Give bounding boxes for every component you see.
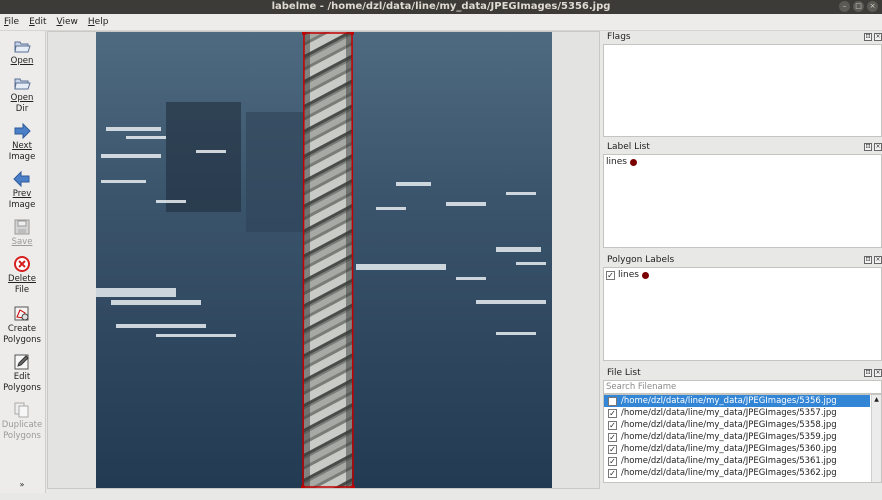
delete-icon [14,256,30,272]
polygon-labels-dock-title: Polygon Labels ⊡ × [607,255,882,265]
file-list-panel: ✓ /home/dzl/data/line/my_data/JPEGImages… [603,394,882,483]
close-button[interactable]: × [867,1,878,12]
file-checkbox[interactable]: ✓ [608,444,617,454]
menu-help[interactable]: Help [88,17,109,27]
file-checkbox[interactable]: ✓ [608,468,617,478]
dock-close-button[interactable]: × [874,143,882,151]
dock-float-button[interactable]: ⊡ [864,143,872,151]
open-dir-button[interactable]: Open Dir [0,74,44,115]
file-list-scrollbar[interactable]: ▲ [871,395,881,482]
edit-polygons-button[interactable]: Edit Polygons [0,353,44,394]
minimize-button[interactable]: – [839,1,850,12]
menu-bar: File Edit View Help [0,14,882,31]
canvas-scrollbar[interactable] [47,489,600,500]
file-checkbox[interactable]: ✓ [608,432,617,442]
label-list-dock: Label List ⊡ × lines [603,141,882,248]
polygon-labels-panel: ✓ lines [603,267,882,361]
save-icon [14,219,30,235]
edit-icon [14,354,29,370]
create-polygon-icon [14,306,29,321]
arrow-left-icon [13,170,30,188]
flags-dock-title: Flags ⊡ × [607,32,882,42]
file-list-item[interactable]: ✓ /home/dzl/data/line/my_data/JPEGImages… [604,443,870,455]
file-checkbox[interactable]: ✓ [608,396,617,406]
open-button[interactable]: Open [0,37,44,67]
dock-close-button[interactable]: × [874,256,882,264]
tools-toolbar: Open Open Dir Next Image Prev Image Save… [0,31,46,493]
next-image-button[interactable]: Next Image [0,122,44,163]
file-list-dock-title: File List ⊡ × [607,368,882,378]
menu-edit[interactable]: Edit [29,17,46,27]
polygon-label-item[interactable]: ✓ lines [604,268,881,282]
search-filename-input[interactable] [603,380,882,394]
toolbar-extension-button[interactable]: » [0,479,44,490]
dock-close-button[interactable]: × [874,369,882,377]
folder-open-icon [14,78,31,90]
annotated-image[interactable] [96,32,552,488]
file-checkbox[interactable]: ✓ [608,420,617,430]
file-list-item[interactable]: ✓ /home/dzl/data/line/my_data/JPEGImages… [604,395,870,407]
menu-file[interactable]: File [4,17,19,27]
image-scene [96,32,552,488]
create-polygons-button[interactable]: Create Polygons [0,305,44,346]
dock-float-button[interactable]: ⊡ [864,33,872,41]
polygon-labels-dock: Polygon Labels ⊡ × ✓ lines [603,254,882,361]
label-list-panel: lines [603,154,882,248]
dock-close-button[interactable]: × [874,33,882,41]
file-list-item[interactable]: ✓ /home/dzl/data/line/my_data/JPEGImages… [604,467,870,479]
scroll-up-icon[interactable]: ▲ [872,395,881,404]
dock-float-button[interactable]: ⊡ [864,256,872,264]
window-title: labelme - /home/dzl/data/line/my_data/JP… [271,1,611,12]
label-color-swatch [629,158,637,166]
label-color-swatch [641,271,649,279]
image-canvas[interactable] [47,31,600,489]
maximize-button[interactable]: □ [853,1,864,12]
duplicate-polygons-button[interactable]: Duplicate Polygons [0,401,44,442]
file-checkbox[interactable]: ✓ [608,456,617,466]
file-list-item[interactable]: ✓ /home/dzl/data/line/my_data/JPEGImages… [604,407,870,419]
save-button[interactable]: Save [0,218,44,248]
file-list-item[interactable]: ✓ /home/dzl/data/line/my_data/JPEGImages… [604,455,870,467]
copy-icon [14,402,29,418]
prev-image-button[interactable]: Prev Image [0,170,44,211]
file-list-dock: File List ⊡ × ✓ /home/dzl/data/line/my_d… [603,367,882,483]
delete-file-button[interactable]: Delete File [0,255,44,296]
folder-open-icon [14,41,31,53]
polygon-visible-checkbox[interactable]: ✓ [606,270,615,280]
dock-float-button[interactable]: ⊡ [864,369,872,377]
flags-panel [603,44,882,137]
label-list-item[interactable]: lines [604,155,881,169]
file-list-item[interactable]: ✓ /home/dzl/data/line/my_data/JPEGImages… [604,419,870,431]
file-list-item[interactable]: ✓ /home/dzl/data/line/my_data/JPEGImages… [604,431,870,443]
arrow-right-icon [14,122,31,140]
flags-dock: Flags ⊡ × [603,31,882,137]
window-controls: – □ × [839,1,878,12]
label-list-dock-title: Label List ⊡ × [607,142,882,152]
menu-view[interactable]: View [57,17,78,27]
window-titlebar: labelme - /home/dzl/data/line/my_data/JP… [0,0,882,14]
file-checkbox[interactable]: ✓ [608,408,617,418]
